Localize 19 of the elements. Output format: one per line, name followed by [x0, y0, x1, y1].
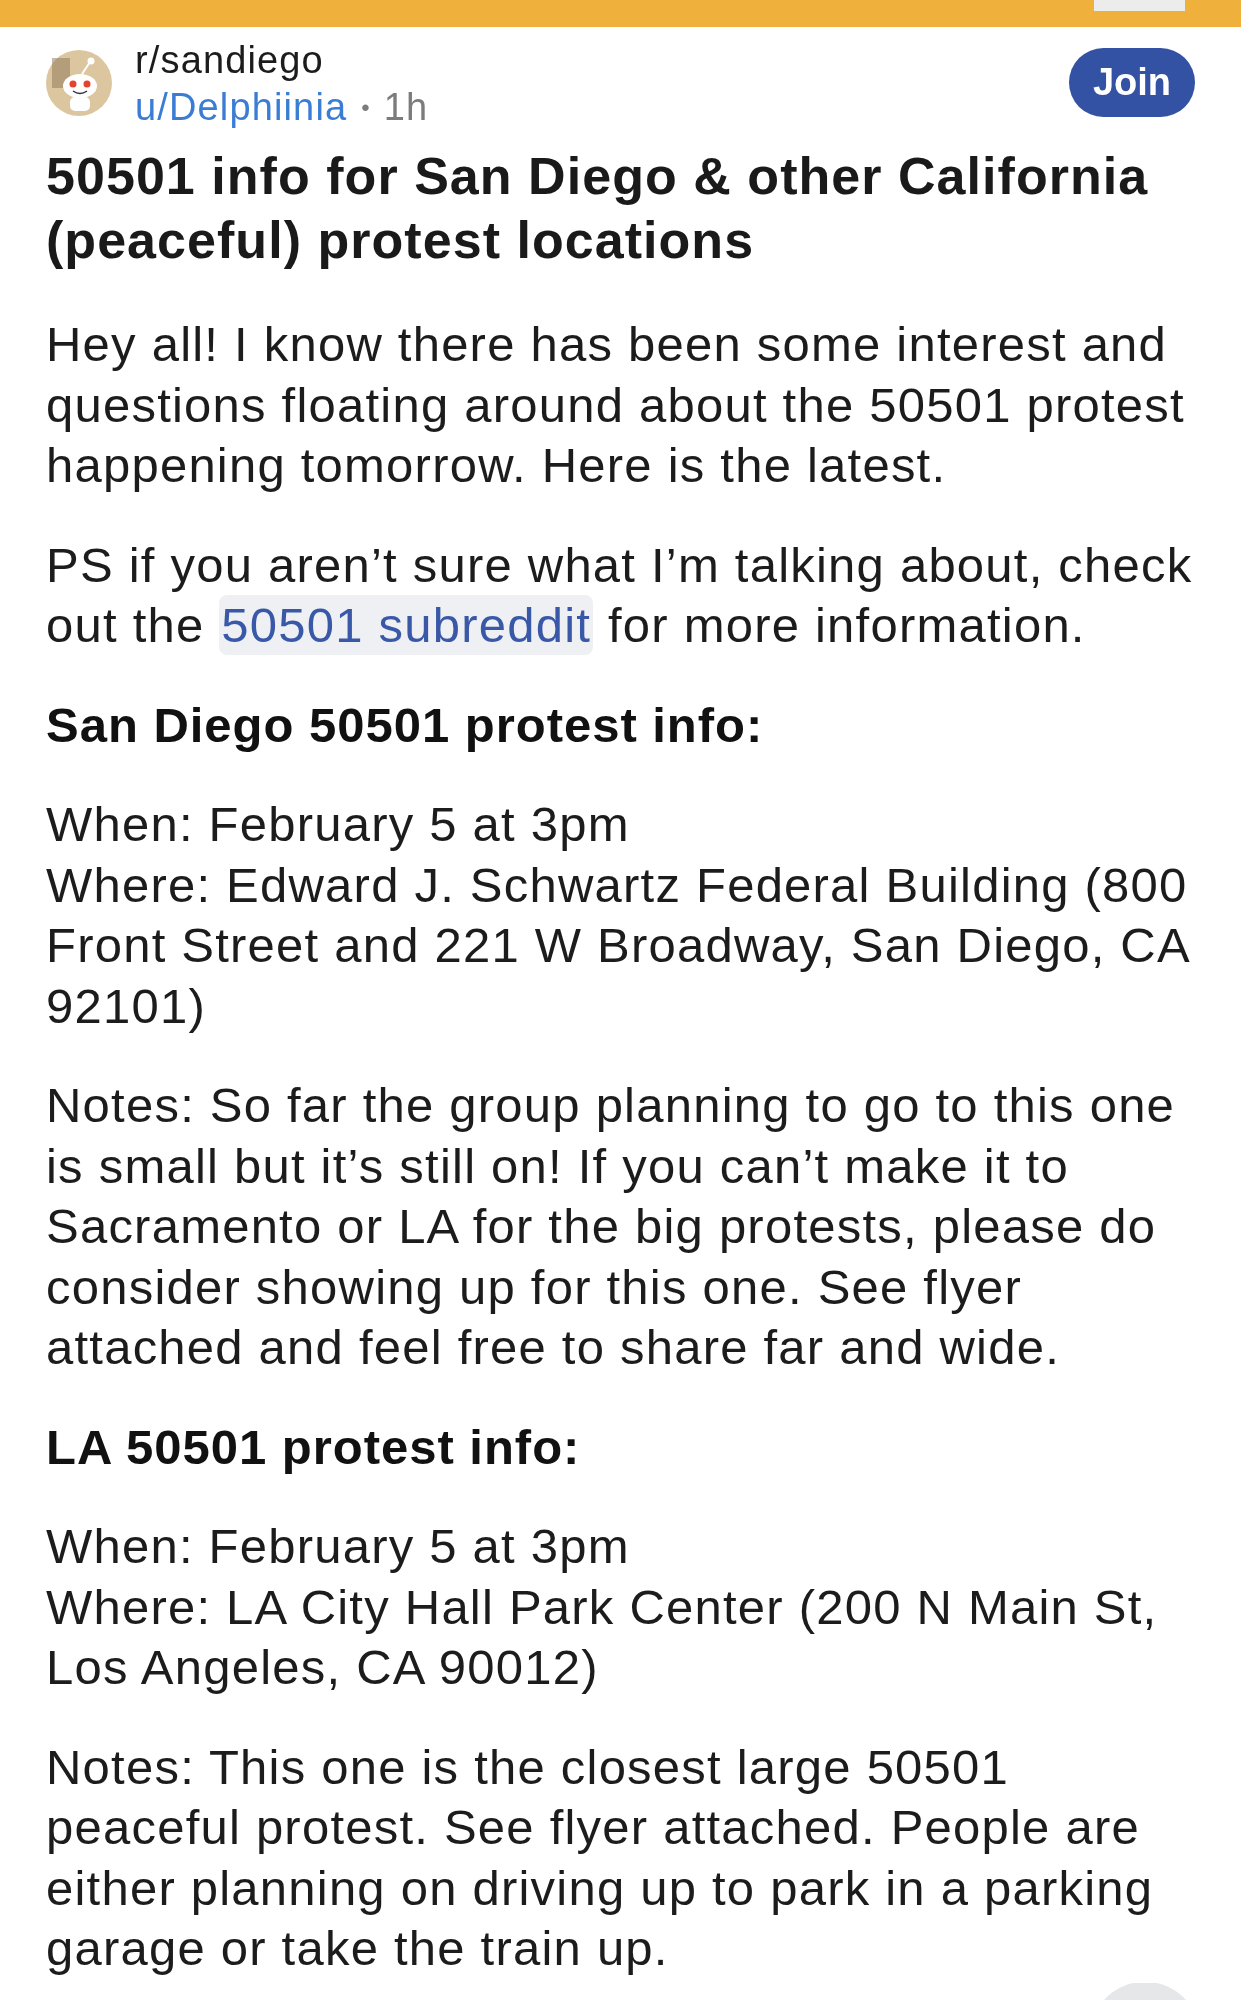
- post-paragraph: PS if you aren’t sure what I’m talking about, check out the 50501 subreddit for more information.: [46, 534, 1195, 656]
- subreddit-link[interactable]: 50501 subreddit: [219, 595, 594, 655]
- author-link[interactable]: u/Delphiinia: [135, 84, 348, 131]
- detail-line: When: February 5 at 3pm: [46, 1518, 631, 1575]
- avatar-icon: [46, 50, 112, 116]
- subreddit-name[interactable]: r/sandiego: [135, 37, 429, 84]
- post-age: 1h: [383, 85, 429, 130]
- join-button[interactable]: Join: [1069, 48, 1195, 117]
- section-heading: San Diego 50501 protest info:: [46, 696, 765, 754]
- post-paragraph: Hey all! I know there has been some interest and questions floating around about the 50501 protest happening tomorrow. Here is the latest.: [46, 316, 1186, 494]
- post-paragraph: Notes: This one is the closest large 50501 peaceful protest. See flyer attached. People are either planning on driving up to park in a parking garage or take the train up.: [46, 1738, 1155, 1977]
- separator-dot: •: [361, 93, 370, 123]
- detail-line: Where: Edward J. Schwartz Federal Building (800 Front Street and 221 W Broadway, San Diego, CA 92101): [46, 856, 1190, 1035]
- floating-action-button[interactable]: [1104, 1983, 1186, 2000]
- post-paragraph: Notes: So far the group planning to go to this one is small but it’s still on! If you can’t make it to Sacramento or LA for the big protests, please do consider showing up for this one. See flyer attached and feel free to share far and wide.: [46, 1077, 1177, 1376]
- post-title: 50501 info for San Diego & other California (peaceful) protest locations: [46, 146, 1150, 271]
- detail-line: Where: LA City Hall Park Center (200 N Main St, Los Angeles, CA 90012): [46, 1578, 1159, 1696]
- section-heading: LA 50501 protest info:: [46, 1418, 582, 1476]
- detail-line: When: February 5 at 3pm: [46, 796, 631, 853]
